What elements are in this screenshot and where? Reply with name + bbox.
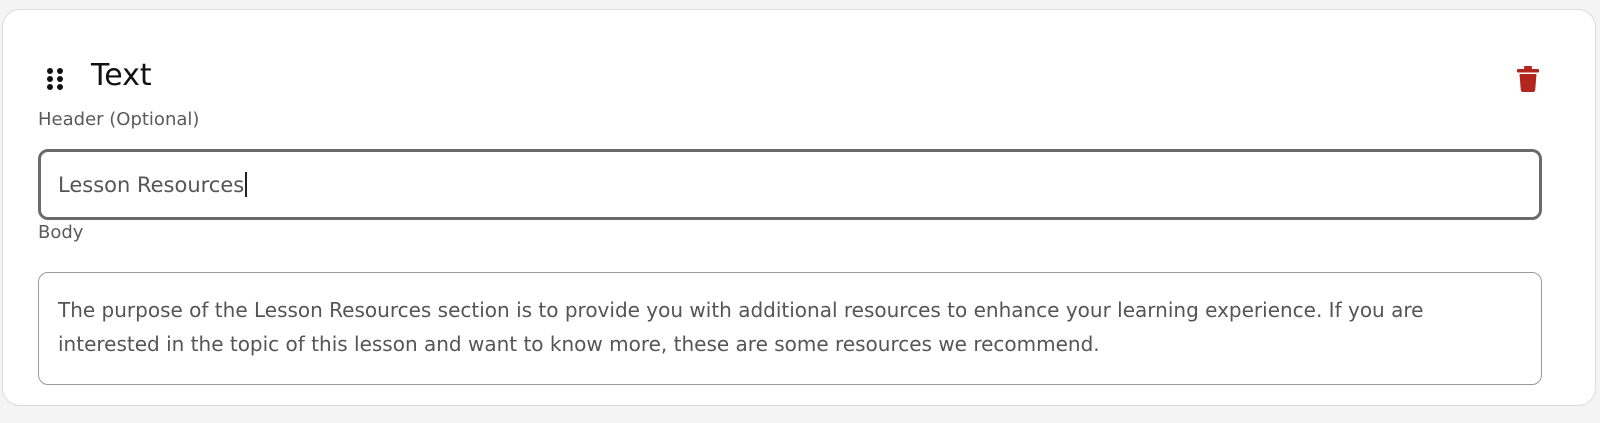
trash-icon [1517,66,1539,92]
header-field-label: Header (Optional) [38,109,200,130]
text-caret [245,172,247,197]
header-input[interactable]: Lesson Resources [38,149,1542,220]
body-textarea[interactable]: The purpose of the Lesson Resources sect… [38,272,1542,385]
drag-handle-icon[interactable] [45,67,65,91]
text-block-card: Text Header (Optional) Lesson Resources … [2,9,1596,406]
header-input-value: Lesson Resources [58,172,245,197]
body-field-label: Body [38,222,84,243]
block-title: Text [91,58,152,93]
delete-button[interactable] [1517,66,1539,92]
